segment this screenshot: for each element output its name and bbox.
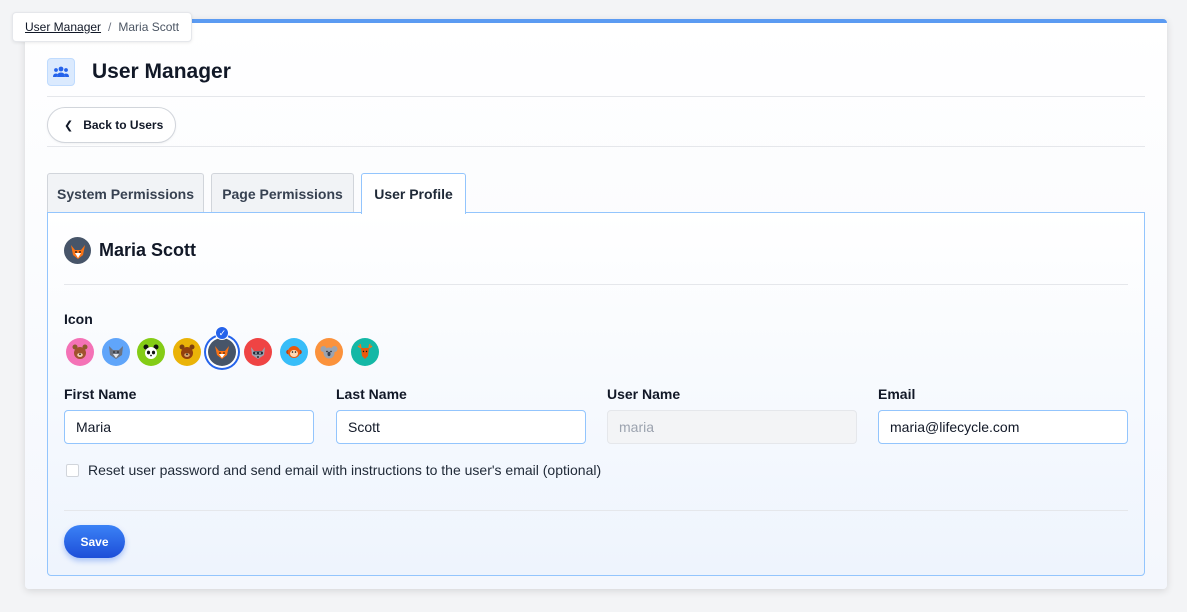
users-icon bbox=[47, 58, 75, 86]
icon-picker: ✓ bbox=[66, 326, 386, 366]
reset-password-row: Reset user password and send email with … bbox=[66, 462, 601, 478]
fox-icon bbox=[70, 244, 85, 259]
back-to-users-button[interactable]: ❮ Back to Users bbox=[47, 107, 176, 143]
deer-icon[interactable] bbox=[350, 338, 379, 366]
checkmark-icon: ✓ bbox=[215, 326, 230, 340]
first-name-input[interactable] bbox=[64, 410, 314, 444]
save-button[interactable]: Save bbox=[64, 525, 125, 558]
koala-icon[interactable] bbox=[315, 338, 344, 366]
chevron-left-icon: ❮ bbox=[64, 119, 74, 132]
user-full-name: Maria Scott bbox=[99, 240, 197, 260]
icon-label: Icon bbox=[64, 311, 93, 327]
bear-brown-icon[interactable] bbox=[172, 338, 201, 366]
reset-password-checkbox[interactable] bbox=[66, 463, 79, 477]
user-profile-panel: Maria Scott Icon ✓ First Name Last Name … bbox=[47, 212, 1145, 576]
toolbar-divider bbox=[47, 146, 1145, 147]
last-name-label: Last Name bbox=[336, 386, 407, 402]
panda-icon[interactable] bbox=[137, 338, 166, 366]
fox-icon[interactable]: ✓ bbox=[208, 326, 237, 366]
email-input[interactable] bbox=[878, 410, 1128, 444]
tab-page-permissions[interactable]: Page Permissions bbox=[211, 173, 354, 213]
raccoon-icon[interactable] bbox=[243, 338, 272, 366]
breadcrumb-link-user-manager[interactable]: User Manager bbox=[25, 20, 101, 34]
last-name-input[interactable] bbox=[336, 410, 586, 444]
user-manager-card: User Manager ❮ Back to Users System Perm… bbox=[25, 19, 1167, 589]
page-title: User Manager bbox=[92, 60, 231, 83]
wolf-icon[interactable] bbox=[101, 338, 130, 366]
email-label: Email bbox=[878, 386, 916, 402]
tab-system-permissions[interactable]: System Permissions bbox=[47, 173, 204, 213]
user-name-input bbox=[607, 410, 857, 444]
page-header: User Manager bbox=[47, 58, 231, 86]
footer-divider bbox=[64, 510, 1128, 511]
tab-user-profile[interactable]: User Profile bbox=[361, 173, 466, 214]
avatar bbox=[64, 237, 91, 264]
monkey-icon[interactable] bbox=[279, 338, 308, 366]
reset-password-label[interactable]: Reset user password and send email with … bbox=[88, 462, 601, 478]
user-name-label: User Name bbox=[607, 386, 681, 402]
breadcrumb-separator: / bbox=[108, 20, 112, 34]
breadcrumb-current: Maria Scott bbox=[118, 20, 180, 34]
user-heading: Maria Scott bbox=[64, 237, 196, 264]
back-to-users-label: Back to Users bbox=[83, 118, 164, 132]
breadcrumb: User Manager / Maria Scott bbox=[12, 12, 193, 42]
profile-divider bbox=[64, 284, 1128, 285]
first-name-label: First Name bbox=[64, 386, 137, 402]
bear-pink-icon[interactable] bbox=[66, 338, 94, 366]
header-divider bbox=[47, 96, 1145, 97]
